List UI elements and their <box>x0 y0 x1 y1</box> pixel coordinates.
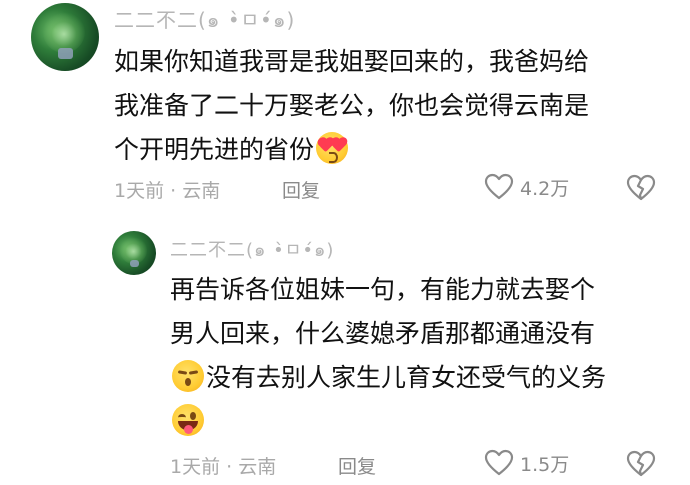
meta-separator: · <box>226 456 233 478</box>
comment-username[interactable]: 二二不二(๑ •̀ㅁ•́๑) <box>114 4 295 36</box>
heart-icon <box>484 449 514 476</box>
comment-emoji-line <box>170 400 680 444</box>
like-count: 1.5万 <box>520 453 570 476</box>
comment-line-with-emoji: 没有去别人家生儿育女还受气的义务 <box>170 356 680 400</box>
comment-line: 我准备了二十万娶老公，你也会觉得云南是 <box>114 91 590 120</box>
user-avatar[interactable] <box>31 3 99 71</box>
smirk-emoji <box>172 360 204 392</box>
like-button[interactable]: 1.5万 <box>484 449 569 477</box>
like-count: 4.2万 <box>520 177 570 200</box>
broken-heart-icon <box>626 450 656 477</box>
reply-button[interactable]: 回复 <box>338 452 376 479</box>
heart-eyes-emoji <box>316 132 349 164</box>
comment-text: 再告诉各位姐妹一句，有能力就去娶个 男人回来，什么婆媳矛盾那都通通没有 没有去别… <box>170 268 680 444</box>
like-button[interactable]: 4.2万 <box>484 173 569 201</box>
comment-meta: 1天前 · 云南 <box>114 176 220 203</box>
comment-meta: 1天前 · 云南 <box>170 452 276 479</box>
comment-location: 云南 <box>182 180 221 202</box>
comment-location: 云南 <box>238 456 277 478</box>
comment-time: 1天前 <box>170 456 221 478</box>
comment-line: 没有去别人家生儿育女还受气的义务 <box>206 363 607 392</box>
comment-line: 个开明先进的省份 <box>114 135 315 164</box>
wink-tongue-emoji <box>172 404 204 436</box>
comment-line: 男人回来，什么婆媳矛盾那都通通没有 <box>170 319 596 348</box>
comment-line: 再告诉各位姐妹一句，有能力就去娶个 <box>170 275 596 304</box>
dislike-button[interactable] <box>626 450 656 482</box>
comment-line: 如果你知道我哥是我姐娶回来的，我爸妈给 <box>114 47 590 76</box>
heart-icon <box>484 173 514 200</box>
dislike-button[interactable] <box>626 174 656 206</box>
comment-username[interactable]: 二二不二(๑ •̀ㅁ•́๑) <box>170 235 334 264</box>
user-avatar[interactable] <box>112 231 156 275</box>
broken-heart-icon <box>626 174 656 201</box>
comment-text: 如果你知道我哥是我姐娶回来的，我爸妈给 我准备了二十万娶老公，你也会觉得云南是 … <box>114 40 674 172</box>
reply-button[interactable]: 回复 <box>282 176 320 203</box>
meta-separator: · <box>170 180 177 202</box>
comment-line-with-emoji: 个开明先进的省份 <box>114 128 674 172</box>
comment-time: 1天前 <box>114 180 165 202</box>
